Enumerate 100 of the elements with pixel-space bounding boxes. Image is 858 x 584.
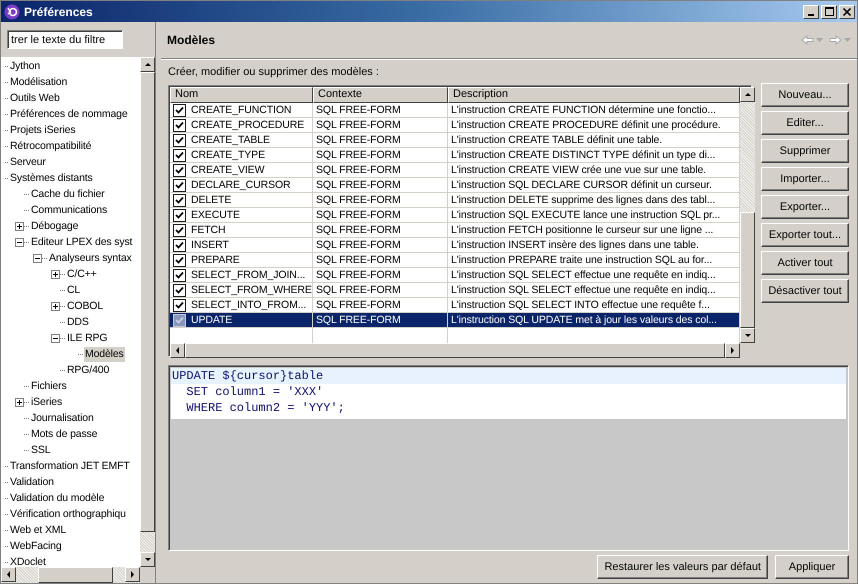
tree-item[interactable]: Serveur bbox=[9, 154, 47, 170]
tree-item[interactable]: Modèles bbox=[84, 346, 125, 362]
tree-item[interactable]: Débogage bbox=[30, 218, 80, 234]
tree-item[interactable]: WebFacing bbox=[9, 538, 63, 554]
scroll-left-button[interactable] bbox=[170, 343, 185, 358]
tree-item[interactable]: SSL bbox=[30, 442, 52, 458]
table-row[interactable]: CREATE_FUNCTION SQL FREE-FORM L'instruction CREATE FUNCTION détermine une fonctio... bbox=[170, 103, 740, 118]
tree-item[interactable]: Outils Web bbox=[9, 90, 61, 106]
scroll-thumb[interactable] bbox=[38, 567, 113, 583]
scrollbar[interactable] bbox=[740, 87, 755, 343]
tree-item[interactable]: Rétrocompatibilité bbox=[9, 138, 92, 154]
scroll-thumb[interactable] bbox=[740, 212, 755, 328]
checkbox[interactable] bbox=[173, 284, 186, 296]
tree-item[interactable]: Communications bbox=[30, 202, 108, 218]
checkbox[interactable] bbox=[173, 134, 186, 146]
checkbox[interactable] bbox=[173, 194, 186, 206]
tree-item[interactable]: iSeries bbox=[30, 394, 64, 410]
tree-item[interactable]: Jython bbox=[9, 58, 42, 74]
table-row[interactable]: SELECT_FROM_JOIN... SQL FREE-FORM L'instruction SQL SELECT effectue une requête en indiq... bbox=[170, 268, 740, 283]
footer-button[interactable]: Appliquer bbox=[775, 555, 849, 579]
table-row[interactable]: FETCH SQL FREE-FORM L'instruction FETCH positionne le curseur sur une ligne ... bbox=[170, 223, 740, 238]
tree-item[interactable]: Validation du modèle bbox=[9, 490, 106, 506]
tree-item[interactable]: Transformation JET EMFT bbox=[9, 458, 131, 474]
checkbox[interactable] bbox=[173, 208, 186, 222]
scroll-down-button[interactable] bbox=[140, 552, 155, 567]
checkbox[interactable] bbox=[173, 118, 186, 132]
table-row[interactable]: PREPARE SQL FREE-FORM L'instruction PREPARE traite une instruction SQL au for... bbox=[170, 253, 740, 268]
tree-item[interactable]: CL bbox=[66, 282, 82, 298]
collapse-icon[interactable] bbox=[33, 254, 42, 262]
table-row[interactable]: CREATE_TYPE SQL FREE-FORM L'instruction CREATE DISTINCT TYPE définit un type di... bbox=[170, 148, 740, 163]
action-button[interactable]: Editer... bbox=[761, 111, 849, 135]
collapse-icon[interactable] bbox=[51, 334, 60, 342]
checkbox[interactable] bbox=[173, 298, 186, 312]
column-header[interactable]: Description bbox=[448, 87, 740, 103]
table-row[interactable]: DELETE SQL FREE-FORM L'instruction DELETE supprime des lignes dans des tabl... bbox=[170, 193, 740, 208]
tree-item[interactable]: DDS bbox=[66, 314, 90, 330]
expand-icon[interactable] bbox=[15, 398, 24, 406]
tree-item[interactable]: Fichiers bbox=[30, 378, 68, 394]
checkbox[interactable] bbox=[173, 148, 186, 162]
tree-item[interactable]: Projets iSeries bbox=[9, 122, 76, 138]
tree-item[interactable]: Editeur LPEX des syst bbox=[30, 234, 134, 250]
table-row[interactable]: CREATE_VIEW SQL FREE-FORM L'instruction CREATE VIEW crée une vue sur une table. bbox=[170, 163, 740, 178]
expand-icon[interactable] bbox=[51, 302, 60, 310]
scroll-up-button[interactable] bbox=[740, 87, 755, 102]
tree-item[interactable]: Journalisation bbox=[30, 410, 95, 426]
tree-item[interactable]: XDoclet bbox=[9, 554, 47, 567]
tree-item[interactable]: Modélisation bbox=[9, 74, 68, 90]
table-row[interactable]: CREATE_PROCEDURE SQL FREE-FORM L'instruction CREATE PROCEDURE définit une procédure. bbox=[170, 118, 740, 133]
table-row[interactable]: SELECT_FROM_WHERE SQL FREE-FORM L'instruction SQL SELECT effectue une requête en indiq... bbox=[170, 283, 740, 298]
expand-icon[interactable] bbox=[15, 222, 24, 230]
tree-item[interactable]: Préférences de nommage bbox=[9, 106, 129, 122]
checkbox[interactable] bbox=[173, 238, 186, 252]
column-header[interactable]: Nom bbox=[170, 87, 313, 103]
action-button[interactable]: Importer... bbox=[761, 167, 849, 191]
scroll-down-button[interactable] bbox=[740, 328, 755, 343]
checkbox[interactable] bbox=[173, 164, 186, 176]
action-button[interactable]: Exporter... bbox=[761, 195, 849, 219]
table-row[interactable]: INSERT SQL FREE-FORM L'instruction INSERT insère des lignes dans une table. bbox=[170, 238, 740, 253]
scroll-right-button[interactable] bbox=[125, 567, 140, 582]
tree-item[interactable]: COBOL bbox=[66, 298, 104, 314]
action-button[interactable]: Supprimer bbox=[761, 139, 849, 163]
filter-field[interactable]: trer le texte du filtre bbox=[7, 30, 123, 49]
close-button[interactable] bbox=[839, 4, 855, 18]
minimize-button[interactable] bbox=[803, 4, 819, 18]
action-button[interactable]: Activer tout bbox=[761, 251, 849, 275]
code-line: WHERE column2 = 'YYY'; bbox=[185, 400, 346, 416]
scrollbar[interactable] bbox=[1, 567, 140, 583]
tree-item[interactable]: Web et XML bbox=[9, 522, 68, 538]
table-cell: L'instruction CREATE VIEW crée une vue sur une table. bbox=[451, 163, 706, 177]
action-button[interactable]: Exporter tout... bbox=[761, 223, 849, 247]
scroll-up-button[interactable] bbox=[140, 57, 155, 72]
code-line: SET column1 = 'XXX' bbox=[185, 384, 324, 400]
scroll-left-button[interactable] bbox=[1, 567, 16, 582]
table-cell: CREATE_TYPE bbox=[191, 148, 265, 162]
checkbox[interactable] bbox=[173, 104, 186, 116]
tree-item[interactable]: Validation bbox=[9, 474, 55, 490]
tree-item[interactable]: Vérification orthographiqu bbox=[9, 506, 127, 522]
tree-item[interactable]: RPG/400 bbox=[66, 362, 110, 378]
table-row[interactable]: DECLARE_CURSOR SQL FREE-FORM L'instruction SQL DECLARE CURSOR définit un curseur. bbox=[170, 178, 740, 193]
checkbox[interactable] bbox=[173, 254, 186, 266]
tree-item[interactable]: ILE RPG bbox=[66, 330, 108, 346]
column-header[interactable]: Contexte bbox=[313, 87, 448, 103]
tree-item[interactable]: Mots de passe bbox=[30, 426, 98, 442]
scroll-right-button[interactable] bbox=[725, 343, 740, 358]
collapse-icon[interactable] bbox=[15, 238, 24, 246]
tree-item[interactable]: C/C++ bbox=[66, 266, 98, 282]
expand-icon[interactable] bbox=[51, 270, 60, 278]
maximize-button[interactable] bbox=[821, 4, 837, 18]
table-row[interactable]: UPDATE SQL FREE-FORM L'instruction SQL UPDATE met à jour les valeurs des col... bbox=[170, 313, 740, 328]
checkbox[interactable] bbox=[173, 268, 186, 282]
checkbox[interactable] bbox=[173, 178, 186, 192]
action-button[interactable]: Nouveau... bbox=[761, 83, 849, 107]
table-row[interactable]: EXECUTE SQL FREE-FORM L'instruction SQL EXECUTE lance une instruction SQL pr... bbox=[170, 208, 740, 223]
tree-item[interactable]: Systèmes distants bbox=[9, 170, 94, 186]
tree-item[interactable]: Analyseurs syntax bbox=[48, 250, 133, 266]
tree-item[interactable]: Cache du fichier bbox=[30, 186, 106, 202]
action-button[interactable]: Désactiver tout bbox=[761, 279, 849, 303]
footer-button[interactable]: Restaurer les valeurs par défaut bbox=[597, 555, 768, 579]
checkbox[interactable] bbox=[173, 224, 186, 236]
table-row[interactable]: CREATE_TABLE SQL FREE-FORM L'instruction CREATE TABLE définit une table. bbox=[170, 133, 740, 148]
